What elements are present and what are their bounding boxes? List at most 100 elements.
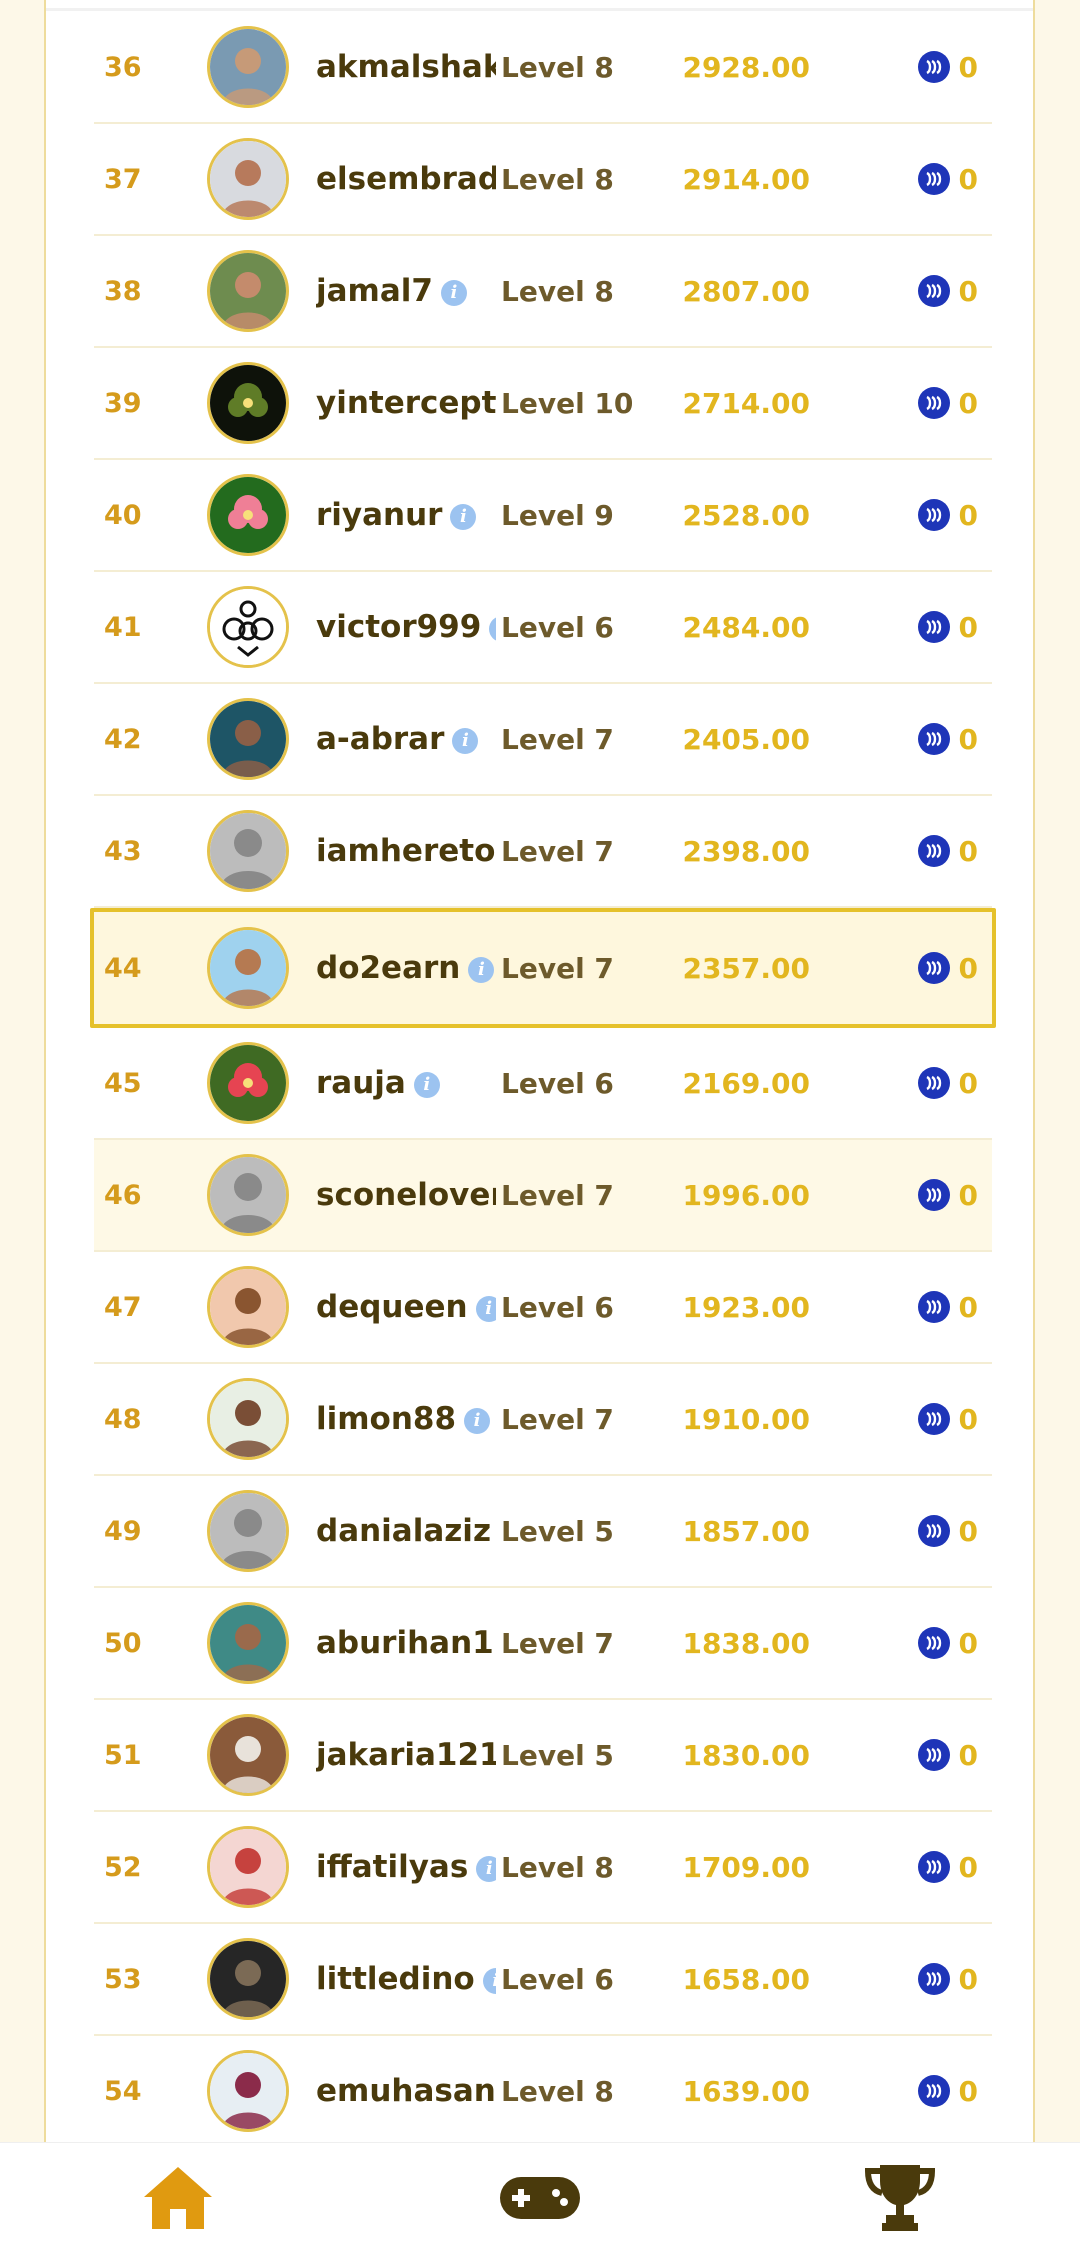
level-label: Level 6 — [501, 610, 614, 644]
leaderboard-row[interactable]: 51 jakaria121iLevel 5 1830.00 0 — [94, 1700, 992, 1812]
avatar[interactable] — [207, 927, 289, 1009]
avatar[interactable] — [207, 1042, 289, 1124]
leaderboard-row[interactable]: 52 iffatilyas i Level 8 1709.00 0 — [94, 1812, 992, 1924]
username[interactable]: yintercepti — [316, 385, 496, 421]
username-text: aburihan1 — [316, 1625, 494, 1661]
info-icon[interactable]: i — [475, 1295, 496, 1322]
username[interactable]: littledino i — [316, 1961, 496, 1997]
level-label: Level 6 — [501, 1066, 614, 1100]
leaderboard-row[interactable]: 48 limon88 i Level 7 1910.00 0 — [94, 1364, 992, 1476]
leaderboard-row[interactable]: 45 rauja i Level 6 2169.00 0 — [94, 1028, 992, 1140]
reward-value: 0 — [958, 386, 978, 420]
points-value: 1838.00 — [682, 1626, 810, 1660]
avatar[interactable] — [207, 362, 289, 444]
leaderboard-row[interactable]: 36 akmalshaki Level 8 2928.00 0 — [94, 12, 992, 124]
avatar[interactable] — [207, 26, 289, 108]
info-icon[interactable]: i — [413, 1071, 440, 1098]
level-label: Level 8 — [501, 2074, 614, 2108]
avatar[interactable] — [207, 1154, 289, 1236]
leaderboard-row[interactable]: 38 jamal7 i Level 8 2807.00 0 — [94, 236, 992, 348]
steem-icon — [918, 275, 950, 307]
leaderboard-row[interactable]: 47 dequeen i Level 6 1923.00 0 — [94, 1252, 992, 1364]
avatar[interactable] — [207, 250, 289, 332]
username[interactable]: limon88 i — [316, 1401, 496, 1437]
nav-leaderboard-button[interactable] — [862, 2161, 938, 2237]
leaderboard-row[interactable]: 39 yinterceptiLevel 10 2714.00 0 — [94, 348, 992, 460]
info-icon[interactable]: i — [476, 1855, 496, 1882]
username[interactable]: emuhasani — [316, 2073, 496, 2109]
username-text: elsembrado — [316, 161, 496, 197]
leaderboard-row-current-user[interactable]: 44 do2earn i Level 7 2357.00 0 — [90, 908, 996, 1028]
avatar[interactable] — [207, 1266, 289, 1348]
reward-value: 0 — [958, 1178, 978, 1212]
avatar[interactable] — [207, 1714, 289, 1796]
username[interactable]: akmalshaki — [316, 49, 496, 85]
level-label: Level 6 — [501, 1962, 614, 1996]
username-text: akmalshaki — [316, 49, 496, 85]
avatar[interactable] — [207, 1378, 289, 1460]
rank-number: 45 — [104, 1067, 142, 1099]
level-label: Level 7 — [501, 1402, 614, 1436]
leaderboard-row[interactable]: 43 iamheretooLevel 7 2398.00 0 — [94, 796, 992, 908]
leaderboard-row[interactable]: 42 a-abrar i Level 7 2405.00 0 — [94, 684, 992, 796]
info-icon[interactable]: i — [440, 279, 467, 306]
avatar[interactable] — [207, 586, 289, 668]
rank-number: 48 — [104, 1403, 142, 1435]
avatar[interactable] — [207, 1602, 289, 1684]
leaderboard-row[interactable]: 49 danialaziziLevel 5 1857.00 0 — [94, 1476, 992, 1588]
avatar[interactable] — [207, 474, 289, 556]
username[interactable]: riyanur i — [316, 497, 496, 533]
leaderboard-row[interactable]: 50 aburihan1iLevel 7 1838.00 0 — [94, 1588, 992, 1700]
username[interactable]: do2earn i — [316, 950, 496, 986]
info-icon[interactable]: i — [468, 956, 495, 983]
avatar[interactable] — [207, 698, 289, 780]
points-value: 1639.00 — [682, 2074, 810, 2108]
card-top-divider — [46, 8, 1033, 11]
username-text: a-abrar — [316, 721, 445, 757]
avatar[interactable] — [207, 1826, 289, 1908]
avatar[interactable] — [207, 810, 289, 892]
username[interactable]: victor999 i — [316, 609, 496, 645]
points-value: 2357.00 — [682, 951, 810, 985]
username[interactable]: jamal7 i — [316, 273, 496, 309]
rank-number: 54 — [104, 2075, 142, 2107]
leaderboard-row[interactable]: 53 littledino iLevel 6 1658.00 0 — [94, 1924, 992, 2036]
username[interactable]: rauja i — [316, 1065, 496, 1101]
username[interactable]: elsembrado — [316, 161, 496, 197]
points-value: 2807.00 — [682, 274, 810, 308]
leaderboard-row[interactable]: 54 emuhasaniLevel 8 1639.00 0 — [94, 2036, 992, 2148]
rank-number: 43 — [104, 835, 142, 867]
reward-value: 0 — [958, 498, 978, 532]
nav-home-button[interactable] — [140, 2163, 216, 2237]
username[interactable]: dequeen i — [316, 1289, 496, 1325]
leaderboard-row[interactable]: 40 riyanur i Level 9 2528.00 0 — [94, 460, 992, 572]
username[interactable]: danialazizi — [316, 1513, 496, 1549]
nav-games-button[interactable] — [498, 2173, 582, 2227]
info-icon[interactable]: i — [482, 1967, 496, 1994]
steem-icon — [918, 1403, 950, 1435]
leaderboard-row[interactable]: 41 victor999 iLevel 6 2484.00 0 — [94, 572, 992, 684]
username[interactable]: a-abrar i — [316, 721, 496, 757]
avatar[interactable] — [207, 1938, 289, 2020]
trophy-icon — [864, 2165, 936, 2231]
reward-value: 0 — [958, 834, 978, 868]
username[interactable]: sconelover — [316, 1177, 496, 1213]
avatar[interactable] — [207, 138, 289, 220]
leaderboard-row[interactable]: 46 sconelover Level 7 1996.00 0 — [94, 1140, 992, 1252]
username[interactable]: iamheretoo — [316, 833, 496, 869]
points-value: 2398.00 — [682, 834, 810, 868]
avatar[interactable] — [207, 2050, 289, 2132]
username[interactable]: iffatilyas i — [316, 1849, 496, 1885]
steem-icon — [918, 1291, 950, 1323]
info-icon[interactable]: i — [489, 615, 496, 642]
info-icon[interactable]: i — [464, 1407, 491, 1434]
reward-value: 0 — [958, 162, 978, 196]
level-label: Level 9 — [501, 498, 614, 532]
username-text: iffatilyas — [316, 1849, 469, 1885]
username[interactable]: jakaria121i — [316, 1737, 496, 1773]
leaderboard-row[interactable]: 37 elsembradoLevel 8 2914.00 0 — [94, 124, 992, 236]
info-icon[interactable]: i — [450, 503, 477, 530]
avatar[interactable] — [207, 1490, 289, 1572]
info-icon[interactable]: i — [452, 727, 479, 754]
username[interactable]: aburihan1i — [316, 1625, 496, 1661]
